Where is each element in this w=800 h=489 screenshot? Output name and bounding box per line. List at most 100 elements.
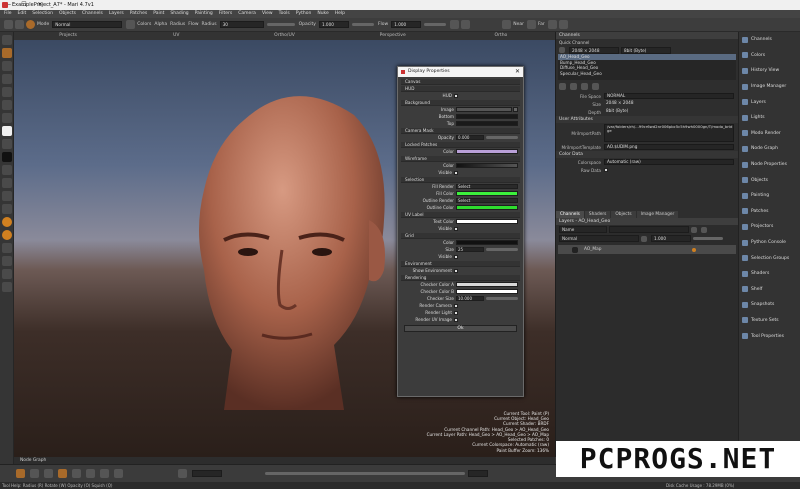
projection-icon[interactable] xyxy=(1,230,12,240)
grid-visible-checkbox[interactable] xyxy=(454,254,458,259)
uv-visible-checkbox[interactable] xyxy=(454,226,458,231)
lock-layer-icon[interactable] xyxy=(641,235,647,242)
canvas-tab[interactable]: Canvas xyxy=(401,79,520,85)
checker-b-swatch[interactable] xyxy=(456,289,518,294)
menu-shading[interactable]: Shading xyxy=(170,10,188,18)
dialog-close-button[interactable]: ✕ xyxy=(515,67,520,77)
fill-render-select[interactable]: Select xyxy=(456,184,518,189)
bottom-color-swatch[interactable] xyxy=(456,114,518,119)
eraser-tool-icon[interactable] xyxy=(1,87,12,97)
menu-python[interactable]: Python xyxy=(296,10,312,18)
wireframe-visible-checkbox[interactable] xyxy=(454,170,458,175)
tab-shaders[interactable]: Shaders xyxy=(584,211,611,218)
layer-filter-select[interactable]: Name xyxy=(559,226,607,233)
fill-icon[interactable] xyxy=(1,204,12,214)
shelf-texture-sets[interactable]: Texture Sets xyxy=(739,313,800,329)
render-light-checkbox[interactable] xyxy=(454,310,458,315)
bake-icon[interactable] xyxy=(1,217,12,227)
layer-name[interactable]: AO_Map xyxy=(584,247,601,252)
outline-render-select[interactable]: Select xyxy=(456,198,518,203)
warp-icon[interactable] xyxy=(86,469,95,478)
camera-mask-opacity-field[interactable]: 0.000 xyxy=(456,135,484,140)
shelf-image-manager[interactable]: Image Manager xyxy=(739,79,800,95)
paint-brush-icon[interactable] xyxy=(26,20,35,29)
shelf-colors[interactable]: Colors xyxy=(739,48,800,64)
shelf-tool-properties[interactable]: Tool Properties xyxy=(739,328,800,344)
undo-icon[interactable] xyxy=(4,20,13,29)
blend-mode-select[interactable]: Normal xyxy=(559,235,639,242)
menu-help[interactable]: Help xyxy=(335,10,345,18)
shelf-selection-groups[interactable]: Selection Groups xyxy=(739,250,800,266)
shelf-painting[interactable]: Painting xyxy=(739,188,800,204)
channel-item-specular[interactable]: Specular_Head_Geo xyxy=(558,71,736,77)
shelf-shaders[interactable]: Shaders xyxy=(739,266,800,282)
transform-tool-icon[interactable] xyxy=(1,61,12,71)
menu-file[interactable]: File xyxy=(4,10,12,18)
tab-uv[interactable]: UV xyxy=(122,32,230,40)
colorspace-select[interactable]: Automatic (raw) xyxy=(604,159,734,165)
mri-import-path-field[interactable]: /var/folders/rh/...99cr6wd2nr006pbc5c5h9… xyxy=(604,124,734,142)
timeline-slider[interactable] xyxy=(265,472,465,475)
blur-tool-icon[interactable] xyxy=(1,113,12,123)
shelf-shelf[interactable]: Shelf xyxy=(739,282,800,298)
radius-field[interactable]: 30 xyxy=(219,21,264,28)
wireframe-color-swatch[interactable] xyxy=(456,163,518,168)
grid-color-swatch[interactable] xyxy=(456,240,518,245)
top-color-swatch[interactable] xyxy=(456,121,518,126)
file-space-field[interactable]: NORMAL xyxy=(604,93,734,99)
menu-paint[interactable]: Paint xyxy=(153,10,164,18)
export-channel-icon[interactable] xyxy=(592,82,599,90)
select-tool-icon[interactable] xyxy=(1,35,12,45)
frame-end-field[interactable] xyxy=(468,470,488,477)
frame-start-field[interactable] xyxy=(192,470,222,477)
show-environment-checkbox[interactable] xyxy=(454,268,458,273)
rotate-icon[interactable] xyxy=(58,469,67,478)
render-uv-image-checkbox[interactable] xyxy=(454,317,458,322)
shelf-modo-render[interactable]: Modo Render xyxy=(739,126,800,142)
layer-opacity-slider[interactable] xyxy=(693,237,723,240)
opacity-field[interactable]: 1.000 xyxy=(318,21,349,28)
color-data-header[interactable]: Color Data xyxy=(556,151,738,158)
swap-colors-icon[interactable] xyxy=(1,139,12,149)
mode-select[interactable]: Normal xyxy=(52,21,123,28)
flow-slider[interactable] xyxy=(424,23,447,26)
background-color-swatch[interactable] xyxy=(1,152,12,162)
swatch-icon[interactable] xyxy=(126,20,136,29)
delete-channel-icon[interactable] xyxy=(581,82,588,90)
grid-size-field[interactable]: 25 xyxy=(456,247,484,252)
channel-depth-select[interactable]: 8bit (Byte) xyxy=(621,46,671,54)
radius-slider[interactable] xyxy=(266,23,295,26)
tab-channels[interactable]: Channels xyxy=(556,211,584,218)
pin-icon[interactable] xyxy=(701,226,707,233)
alpha-toggle[interactable]: Alpha xyxy=(154,22,167,27)
shelf-layers[interactable]: Layers xyxy=(739,94,800,110)
shelf-node-graph[interactable]: Node Graph xyxy=(739,141,800,157)
menu-nuke[interactable]: Nuke xyxy=(317,10,328,18)
menu-camera[interactable]: Camera xyxy=(238,10,256,18)
menu-view[interactable]: View xyxy=(262,10,273,18)
menu-selection[interactable]: Selection xyxy=(32,10,53,18)
settings-icon[interactable] xyxy=(547,20,557,29)
shelf-history-view[interactable]: History View xyxy=(739,63,800,79)
menu-objects[interactable]: Objects xyxy=(59,10,76,18)
menu-filters[interactable]: Filters xyxy=(219,10,233,18)
flow-toggle[interactable]: Flow xyxy=(188,22,198,27)
shelf-projectors[interactable]: Projectors xyxy=(739,219,800,235)
image-field[interactable] xyxy=(456,107,512,112)
foreground-color-swatch[interactable] xyxy=(1,126,12,136)
shelf-snapshots[interactable]: Snapshots xyxy=(739,297,800,313)
menu-edit[interactable]: Edit xyxy=(18,10,27,18)
menu-painting[interactable]: Painting xyxy=(195,10,213,18)
paint-through-icon[interactable] xyxy=(1,165,12,175)
patch-icon[interactable] xyxy=(1,243,12,253)
mirror-x-icon[interactable] xyxy=(100,469,109,478)
opacity-slider[interactable] xyxy=(351,23,374,26)
channel-size-select[interactable]: 2048 × 2048 xyxy=(569,46,619,54)
flow-field[interactable]: 1.000 xyxy=(391,21,422,28)
tab-image-manager[interactable]: Image Manager xyxy=(636,211,679,218)
menu-tools[interactable]: Tools xyxy=(279,10,290,18)
text-color-swatch[interactable] xyxy=(456,219,518,224)
edit-icon[interactable] xyxy=(558,20,568,29)
menu-patches[interactable]: Patches xyxy=(130,10,147,18)
lasso-icon[interactable] xyxy=(1,269,12,279)
